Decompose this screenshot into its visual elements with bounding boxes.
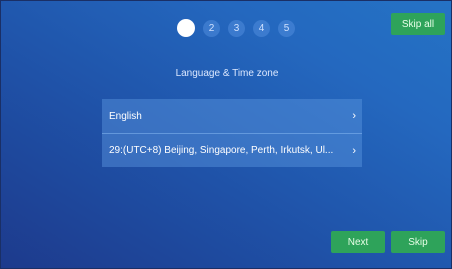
next-button[interactable]: Next <box>331 231 385 253</box>
step-3-dot: 3 <box>228 19 245 37</box>
step-1-dot: 1 <box>177 19 195 37</box>
chevron-right-icon: › <box>352 110 356 122</box>
skip-button[interactable]: Skip <box>391 231 445 253</box>
step-2-dot: 2 <box>203 19 220 37</box>
step-4-dot: 4 <box>253 19 270 37</box>
step-indicator: 1 2 3 4 5 <box>177 19 303 37</box>
language-value: English <box>109 110 142 122</box>
skip-all-button[interactable]: Skip all <box>391 13 445 35</box>
page-title: Language & Time zone <box>175 68 279 79</box>
timezone-row[interactable]: 29:(UTC+8) Beijing, Singapore, Perth, Ir… <box>102 133 362 167</box>
language-row[interactable]: English › <box>102 99 362 133</box>
timezone-value: 29:(UTC+8) Beijing, Singapore, Perth, Ir… <box>109 145 334 156</box>
step-5-dot: 5 <box>278 19 295 37</box>
setup-wizard-screen: 1 2 3 4 5 Skip all Language & Time zone … <box>0 0 452 269</box>
settings-panel: English › 29:(UTC+8) Beijing, Singapore,… <box>102 99 362 167</box>
chevron-right-icon: › <box>352 144 356 157</box>
